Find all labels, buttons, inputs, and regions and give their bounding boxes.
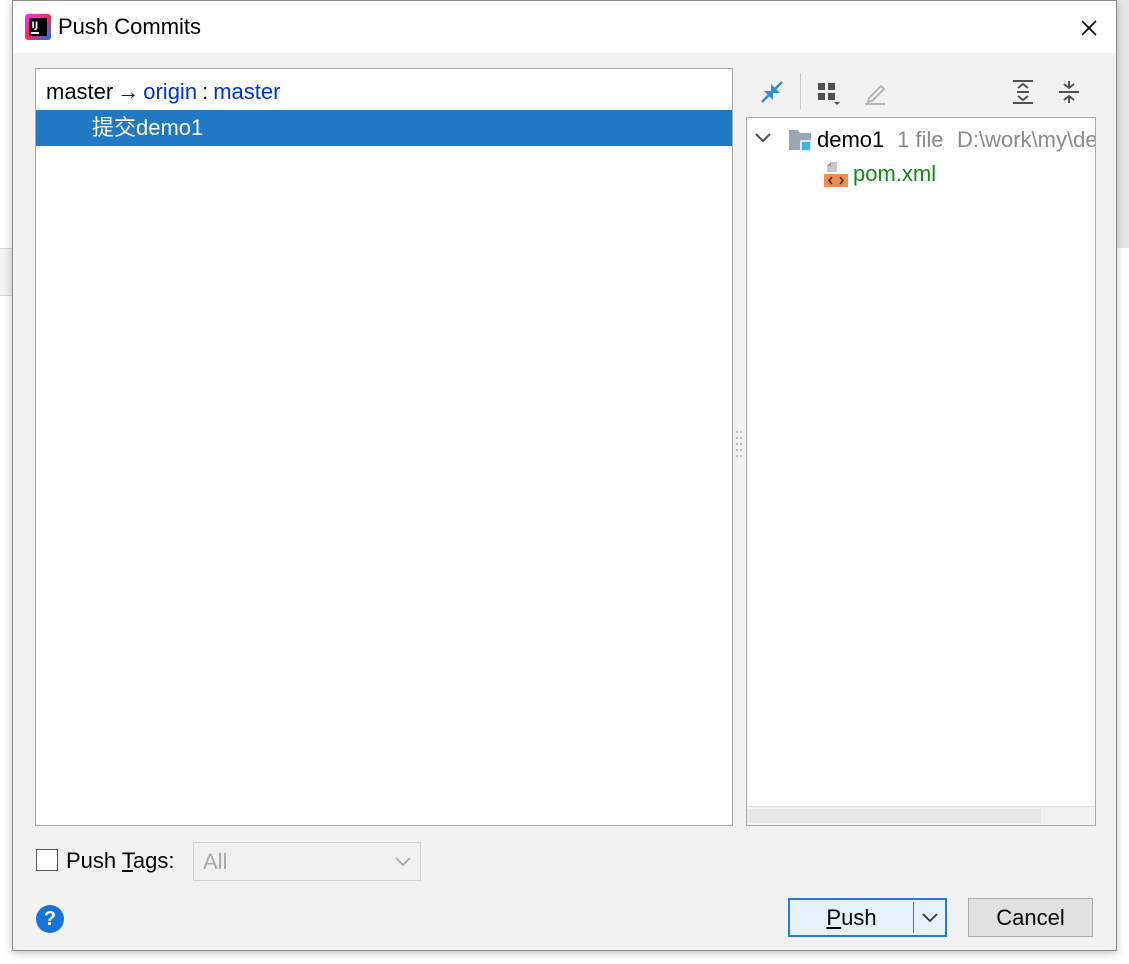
intellij-idea-icon: IJ [25,14,51,40]
expand-all-button[interactable] [1007,76,1039,108]
group-by-button[interactable] [813,76,845,108]
cancel-button[interactable]: Cancel [968,898,1093,937]
background-toolbar-strip [1116,0,1129,248]
dialog-titlebar: IJ Push Commits [13,1,1116,53]
tree-root-path: D:\work\my\demo1 [957,127,1095,152]
group-by-icon [818,83,840,105]
push-tags-checkbox[interactable] [36,849,58,871]
push-tags-label-suffix: ags: [132,848,175,873]
panel-splitter[interactable] [733,426,745,462]
push-label-rest: ush [841,905,877,930]
changes-tree[interactable]: demo1 1 file D:\work\my\demo1 pom.xml [746,117,1096,826]
push-options-dropdown[interactable] [914,900,945,935]
tags-select-value: All [203,849,228,874]
splitter-grip-icon [736,431,742,457]
push-arrow: → [117,79,140,104]
remote-separator: : [202,79,209,104]
commit-message: 提交demo1 [92,115,204,140]
tree-root-node[interactable]: demo1 1 file D:\work\my\demo1 [747,122,1095,159]
branch-row[interactable]: master → origin: master [46,77,280,107]
push-tags-label[interactable]: Push Tags: [66,847,174,875]
push-tags-label-mnemonic: T [121,848,133,873]
tree-file-node[interactable]: pom.xml [747,158,1095,194]
dialog-title: Push Commits [58,14,202,39]
edit-source-icon [865,84,886,105]
commit-row-selected[interactable]: 提交demo1 [36,110,732,146]
show-diff-button[interactable] [756,76,788,108]
chevron-down-icon [394,853,412,876]
local-branch: master [46,79,114,104]
tags-select-dropdown[interactable]: All [193,842,421,881]
help-button[interactable]: ? [36,905,64,933]
push-label-mnemonic: P [826,905,842,930]
toolbar-separator [800,73,801,109]
tree-file-name: pom.xml [853,161,937,186]
expand-all-icon [1013,80,1033,104]
xml-file-icon [823,160,851,193]
push-tags-label-prefix: Push [66,848,122,873]
collapse-all-button[interactable] [1053,76,1085,108]
scrollbar-thumb[interactable] [747,809,1041,823]
push-button-label[interactable]: Push [790,900,913,935]
chevron-down-icon [921,912,938,922]
push-button[interactable]: Push [788,898,947,937]
commits-tree[interactable]: master → origin: master 提交demo1 [35,68,733,826]
chevron-down-icon[interactable] [753,128,773,153]
close-icon[interactable] [1079,18,1099,38]
remote-branch-link[interactable]: master [213,79,280,104]
module-folder-icon [787,126,815,159]
tree-root-file-count: 1 file [897,127,944,152]
remote-name-link[interactable]: origin [143,79,197,104]
close-button[interactable] [1074,13,1104,43]
collapse-all-icon [1059,81,1079,103]
push-commits-dialog: IJ Push Commits master → origin: master 提交d… [12,0,1117,951]
show-diff-icon [761,81,783,103]
tree-root-name: demo1 [817,127,885,152]
edit-source-button[interactable] [859,76,891,108]
horizontal-scrollbar[interactable] [747,806,1095,825]
svg-text:IJ: IJ [32,21,39,31]
